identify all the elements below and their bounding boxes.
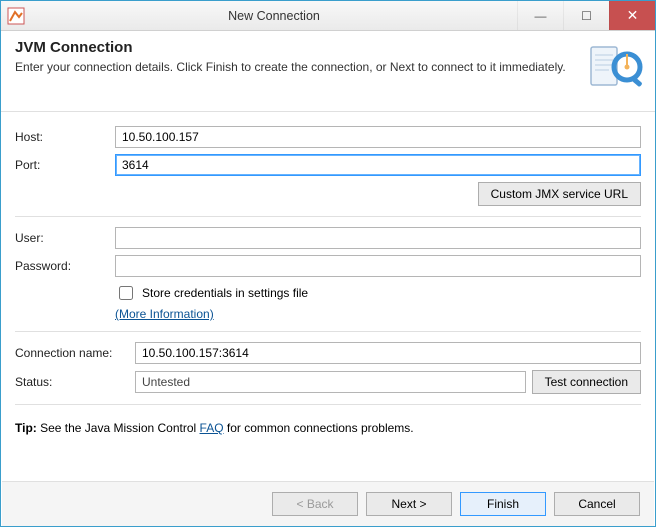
page-subtitle: Enter your connection details. Click Fin…	[15, 60, 585, 74]
user-input[interactable]	[115, 227, 641, 249]
password-input[interactable]	[115, 255, 641, 277]
port-input[interactable]	[115, 154, 641, 176]
separator	[15, 216, 641, 217]
wizard-content: Host: Port: Custom JMX service URL User:…	[1, 112, 655, 443]
back-button: < Back	[272, 492, 358, 516]
minimize-button[interactable]: —	[517, 1, 563, 30]
page-title: JVM Connection	[15, 39, 585, 56]
password-label: Password:	[15, 259, 115, 273]
store-credentials-label: Store credentials in settings file	[142, 286, 308, 300]
window-title: New Connection	[31, 1, 517, 30]
tip-prefix: Tip:	[15, 421, 40, 435]
store-credentials-checkbox[interactable]	[119, 286, 133, 300]
window-controls: — ☐ ✕	[517, 1, 655, 30]
finish-button[interactable]: Finish	[460, 492, 546, 516]
connection-name-label: Connection name:	[15, 346, 135, 360]
connection-name-input[interactable]	[135, 342, 641, 364]
separator	[15, 404, 641, 405]
tip-part1: See the Java Mission Control	[40, 421, 199, 435]
wizard-button-bar: < Back Next > Finish Cancel	[2, 481, 654, 526]
app-icon	[1, 1, 31, 30]
port-label: Port:	[15, 158, 115, 172]
test-connection-button[interactable]: Test connection	[532, 370, 641, 394]
wizard-header: JVM Connection Enter your connection det…	[1, 31, 655, 112]
status-value: Untested	[135, 371, 526, 393]
host-input[interactable]	[115, 126, 641, 148]
status-label: Status:	[15, 375, 135, 389]
user-label: User:	[15, 231, 115, 245]
next-button[interactable]: Next >	[366, 492, 452, 516]
maximize-button[interactable]: ☐	[563, 1, 609, 30]
custom-jmx-url-button[interactable]: Custom JMX service URL	[478, 182, 641, 206]
separator	[15, 331, 641, 332]
close-button[interactable]: ✕	[609, 1, 655, 30]
host-label: Host:	[15, 130, 115, 144]
tip-part2: for common connections problems.	[224, 421, 414, 435]
more-information-link[interactable]: (More Information)	[115, 307, 214, 321]
window-titlebar: New Connection — ☐ ✕	[1, 1, 655, 31]
cancel-button[interactable]: Cancel	[554, 492, 640, 516]
tip-text: Tip: See the Java Mission Control FAQ fo…	[15, 421, 641, 435]
faq-link[interactable]: FAQ	[200, 421, 224, 435]
wizard-icon	[585, 39, 645, 99]
